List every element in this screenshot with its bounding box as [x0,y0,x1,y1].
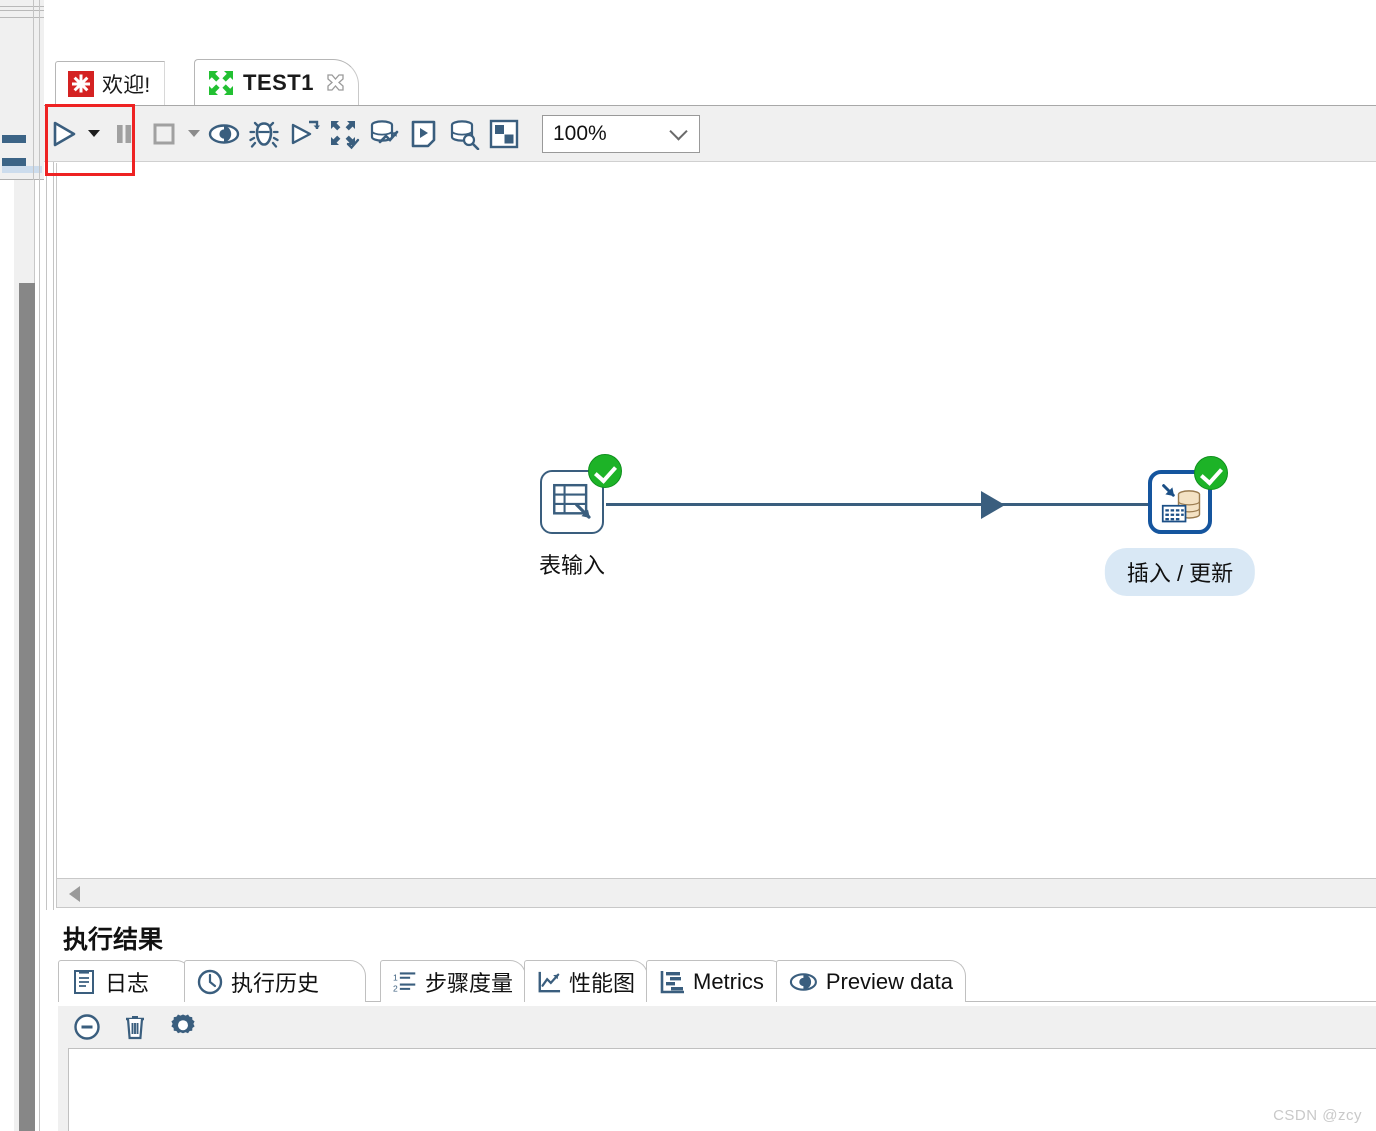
tab-log-label: 日志 [105,970,150,996]
log-text-area[interactable] [68,1048,1376,1131]
log-toolbar [58,1006,1376,1048]
sliver-item-stub [2,135,26,143]
execution-results-panel: 执行结果 日志 执行历史 1 2 步骤度量 性能图 Metrics Previe… [44,910,1376,1131]
run-button[interactable] [44,113,84,155]
close-icon[interactable] [325,72,346,93]
tab-log[interactable]: 日志 [58,960,192,1002]
transformation-toolbar: 100% [44,106,1376,162]
preview-button[interactable] [204,113,244,155]
log-gutter [58,1048,68,1131]
tab-step-metrics-label: 步骤度量 [424,970,513,996]
sql-button[interactable] [404,113,444,155]
stop-button[interactable] [144,113,184,155]
tab-step-metrics[interactable]: 1 2 步骤度量 [380,960,526,1002]
step-node-label: 插入 / 更新 [1104,548,1256,596]
gear-icon [171,1014,195,1034]
spoon-window: 欢迎! TEST1 100% 表输入 插入 / 更新 执行结果 日志 执行历史 … [0,0,1376,1131]
hop-line[interactable] [606,503,1176,506]
pause-button[interactable] [104,113,144,155]
verify-button[interactable] [324,113,364,155]
watermark: CSDN @zcy [1273,1107,1362,1124]
line-chart-icon [538,971,561,992]
show-grid-button[interactable] [484,113,524,155]
delete-log-button[interactable] [114,1007,156,1047]
clear-log-button[interactable] [66,1007,108,1047]
numbered-list-icon: 1 2 [393,972,416,993]
step-node-label: 表输入 [538,553,606,578]
tab-preview-data-label: Preview data [825,968,953,994]
transformation-icon [207,69,235,97]
svg-text:2: 2 [393,983,398,993]
results-tabbar: 日志 执行历史 1 2 步骤度量 性能图 Metrics Preview dat… [58,960,1376,1002]
step-node-box[interactable] [540,454,622,534]
canvas-vertical-scrollbar-thumb[interactable] [19,283,35,1131]
scroll-left-icon[interactable] [69,886,80,902]
zoom-level-value: 100% [553,121,607,145]
debug-button[interactable] [244,113,284,155]
tab-welcome-label: 欢迎! [102,73,151,97]
tab-welcome[interactable]: 欢迎! [55,61,166,105]
transformation-canvas[interactable]: 表输入 插入 / 更新 [56,163,1376,878]
replay-button[interactable] [284,113,324,155]
tab-execution-history-label: 执行历史 [231,970,320,996]
trash-icon [126,1016,144,1040]
step-node-box[interactable] [1148,456,1228,534]
minus-circle-icon [74,1014,100,1040]
canvas-horizontal-scrollbar[interactable] [56,878,1376,908]
stop-options-dropdown[interactable] [184,113,204,155]
tab-performance-graph-label: 性能图 [568,970,635,996]
tab-metrics-label: Metrics [693,968,764,994]
tab-execution-history[interactable]: 执行历史 [184,960,366,1002]
tab-test1-label: TEST1 [243,69,314,95]
log-icon [74,969,94,994]
run-options-dropdown[interactable] [84,113,104,155]
log-settings-button[interactable] [162,1007,204,1047]
impact-button[interactable] [364,113,404,155]
clock-icon [197,969,223,994]
tab-metrics[interactable]: Metrics [646,960,786,1002]
status-success-icon [1194,456,1228,490]
chevron-down-icon [669,121,688,141]
zoom-level-select[interactable]: 100% [542,114,700,153]
step-node-insert-update[interactable]: 插入 / 更新 [1104,456,1256,596]
step-node-table-input[interactable]: 表输入 [539,454,622,578]
editor-tabbar: 欢迎! TEST1 [44,0,1376,106]
hop-arrow-icon [981,491,1005,519]
eye-icon [789,972,817,991]
tab-test1[interactable]: TEST1 [194,59,359,105]
svg-text:1: 1 [393,972,398,982]
gantt-icon [660,970,684,993]
execution-results-title: 执行结果 [63,926,164,954]
status-success-icon [588,454,622,488]
tab-preview-data[interactable]: Preview data [776,960,966,1002]
explore-db-button[interactable] [444,113,484,155]
tab-performance-graph[interactable]: 性能图 [524,960,648,1002]
sliver-item-stub [2,158,42,173]
welcome-icon [68,70,94,97]
